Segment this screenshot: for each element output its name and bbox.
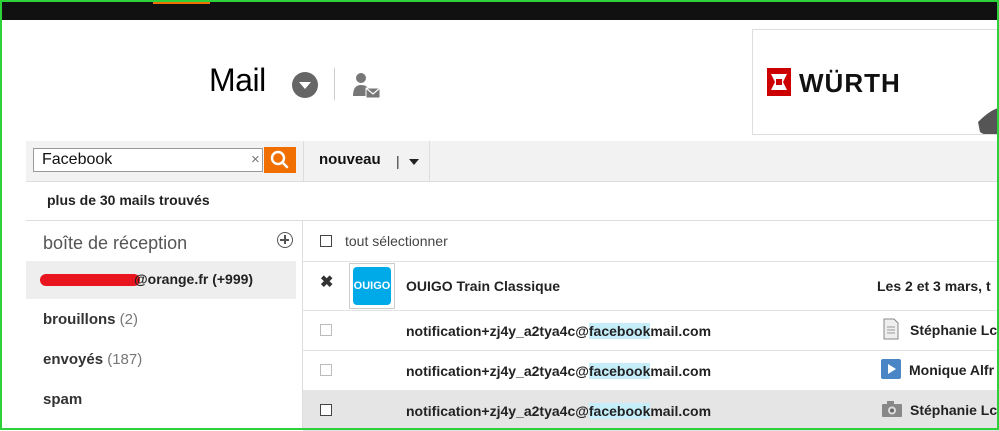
message-sender: OUIGO Train Classique — [406, 278, 561, 294]
sidebar-item-drafts[interactable]: brouillons (2) — [26, 301, 296, 339]
message-sender: notification+zj4y_a2tya4c@facebookmail.c… — [406, 403, 711, 419]
sender-suffix: mail.com — [650, 363, 712, 379]
clear-search-icon[interactable]: × — [251, 151, 260, 168]
document-icon — [883, 318, 899, 340]
select-all-row: tout sélectionner — [303, 221, 999, 262]
search-match: facebook — [588, 323, 651, 339]
toolbar-divider — [429, 141, 430, 181]
advertisement-banner[interactable]: WÜRTH — [752, 29, 999, 135]
chevron-down-icon[interactable] — [409, 159, 419, 165]
sender-suffix: mail.com — [650, 323, 712, 339]
contacts-icon[interactable] — [350, 70, 382, 102]
sender-suffix: mail.com — [650, 403, 712, 419]
sidebar-header[interactable]: boîte de réception — [43, 233, 187, 254]
message-recipient: Monique Alfr — [909, 362, 995, 378]
search-match: facebook — [588, 403, 651, 419]
sidebar-item-label: spam — [43, 391, 82, 408]
page-title: Mail — [209, 62, 266, 98]
toolbar-divider — [303, 141, 304, 181]
mail-list: tout sélectionner ✖ OUIGO OUIGO Train Cl… — [303, 221, 999, 431]
sidebar-item-spam[interactable]: spam — [26, 381, 296, 419]
folder-sidebar: boîte de réception @orange.fr (+999) bro… — [26, 221, 302, 430]
drill-image-icon — [978, 107, 999, 134]
list-item[interactable]: ✖ OUIGO OUIGO Train Classique Les 2 et 3… — [303, 262, 999, 311]
top-bar — [0, 0, 999, 20]
sender-prefix: notification+zj4y_a2tya4c@ — [406, 403, 589, 419]
folder-name: spam — [43, 391, 83, 408]
search-input[interactable] — [42, 151, 232, 169]
list-item[interactable]: notification+zj4y_a2tya4c@facebookmail.c… — [303, 390, 999, 431]
sender-prefix: notification+zj4y_a2tya4c@ — [406, 323, 589, 339]
message-recipient: Stéphanie Lc — [910, 402, 998, 418]
message-sender: notification+zj4y_a2tya4c@facebookmail.c… — [406, 323, 711, 339]
message-checkbox[interactable] — [320, 324, 332, 336]
chevron-down-circle-icon[interactable] — [292, 72, 318, 98]
camera-icon — [882, 401, 902, 417]
video-play-icon — [881, 359, 901, 379]
account-label: @orange.fr (+999) — [134, 271, 254, 287]
redacted-address — [40, 274, 140, 286]
list-item[interactable]: notification+zj4y_a2tya4c@facebookmail.c… — [303, 350, 999, 391]
ad-brand: WÜRTH — [799, 68, 901, 98]
select-all-label[interactable]: tout sélectionner — [345, 233, 448, 249]
message-subject: Les 2 et 3 mars, t — [877, 278, 991, 294]
sender-prefix: notification+zj4y_a2tya4c@ — [406, 363, 589, 379]
folder-count: (187) — [107, 351, 143, 368]
avatar-text: OUIGO — [353, 267, 391, 305]
search-match: facebook — [588, 363, 651, 379]
folder-count: (2) — [119, 311, 139, 328]
message-checkbox[interactable] — [320, 404, 332, 416]
sender-avatar: OUIGO — [349, 263, 395, 309]
sidebar-item-label: envoyés (187) — [43, 351, 142, 368]
folder-name: brouillons — [43, 311, 116, 328]
search-button[interactable] — [264, 147, 296, 173]
sidebar-item-sent[interactable]: envoyés (187) — [26, 341, 296, 379]
search-toolbar: × nouveau | — [26, 141, 999, 182]
new-message-button[interactable]: nouveau — [319, 151, 381, 168]
close-icon[interactable]: ✖ — [320, 272, 333, 292]
add-folder-icon[interactable] — [277, 232, 293, 248]
search-icon — [270, 150, 289, 169]
header-divider — [334, 68, 335, 100]
results-count: plus de 30 mails trouvés — [47, 192, 210, 208]
wurth-logo-icon — [767, 68, 791, 96]
sidebar-item-label: brouillons (2) — [43, 311, 138, 328]
message-checkbox[interactable] — [320, 364, 332, 376]
select-all-checkbox[interactable] — [320, 235, 332, 247]
message-sender: notification+zj4y_a2tya4c@facebookmail.c… — [406, 363, 711, 379]
new-button-separator: | — [396, 153, 400, 169]
folder-name: envoyés — [43, 351, 104, 368]
search-box: × — [33, 148, 263, 172]
sidebar-item-account[interactable]: @orange.fr (+999) — [26, 261, 296, 299]
list-item[interactable]: notification+zj4y_a2tya4c@facebookmail.c… — [303, 310, 999, 351]
brand-accent — [153, 0, 210, 4]
message-recipient: Stéphanie Lc — [910, 322, 998, 338]
